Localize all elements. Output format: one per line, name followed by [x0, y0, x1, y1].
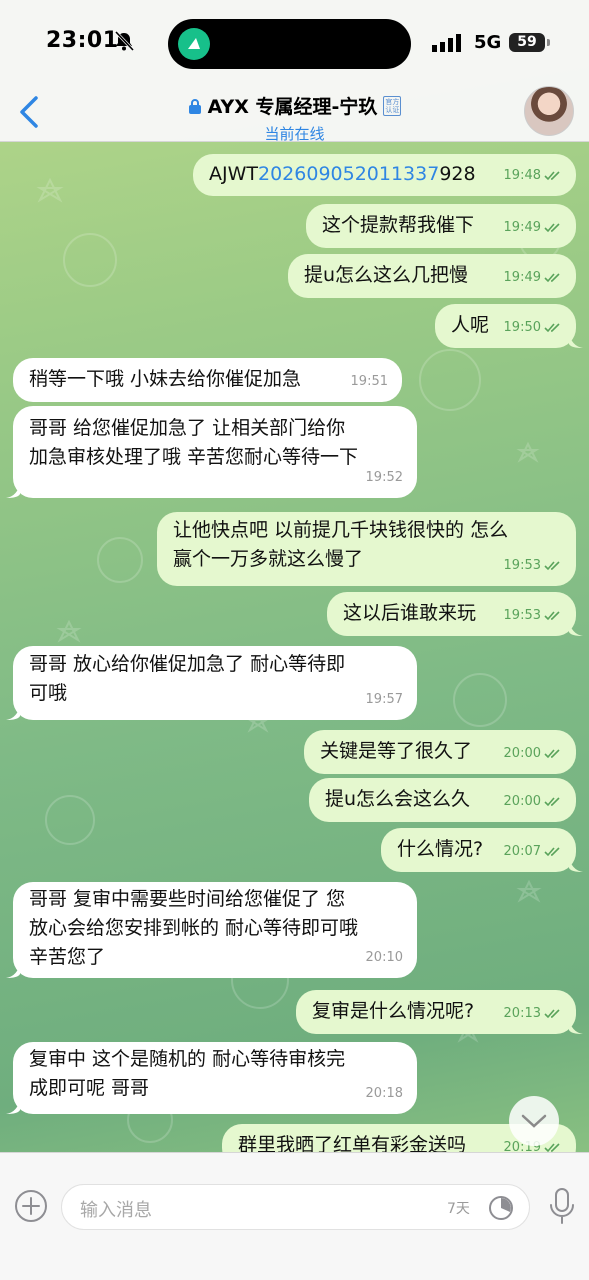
avatar[interactable] — [524, 86, 574, 136]
message-time: 20:00 — [503, 746, 541, 761]
message-bubble-outgoing[interactable]: AJWT202609052011337928 19:48 — [193, 154, 576, 196]
message-input[interactable]: 输入消息 7天 — [61, 1184, 530, 1230]
message-bubble-outgoing[interactable]: 复审是什么情况呢? 20:13 — [296, 990, 583, 1034]
bubble-tail — [6, 1098, 20, 1114]
message-time: 19:51 — [350, 374, 388, 389]
message-text: 提u怎么会这么久 — [325, 788, 471, 810]
message-bubble-outgoing[interactable]: 提u怎么会这么久 20:00 — [309, 778, 576, 822]
double-check-icon — [544, 1008, 560, 1018]
double-check-icon — [544, 560, 560, 570]
double-check-icon — [544, 846, 560, 856]
message-time: 19:49 — [503, 270, 541, 285]
double-check-icon — [544, 272, 560, 282]
online-status: 当前在线 — [264, 125, 325, 143]
message-list[interactable]: AJWT202609052011337928 19:48 这个提款帮我催下 19… — [0, 142, 589, 1168]
bell-slash-icon — [114, 30, 135, 52]
input-placeholder: 输入消息 — [80, 1200, 152, 1221]
lock-icon — [188, 98, 201, 114]
bubble-tail — [6, 482, 20, 498]
double-check-icon — [544, 748, 560, 758]
double-check-icon — [544, 170, 560, 180]
message-bubble-incoming[interactable]: 复审中 这个是随机的 耐心等待审核完 成即可呢 哥哥 20:18 — [6, 1042, 417, 1114]
message-bubble-incoming[interactable]: 稍等一下哦 小妹去给你催促加急 19:51 — [13, 358, 402, 402]
message-text: 哥哥 放心给你催促加急了 耐心等待即 可哦 — [29, 653, 346, 704]
bubble-tail — [6, 962, 20, 978]
message-text: 什么情况? — [397, 838, 484, 860]
message-bubble-incoming[interactable]: 哥哥 复审中需要些时间给您催促了 您 放心会给您安排到帐的 耐心等待即可哦 辛苦… — [6, 882, 417, 978]
chevron-down-icon — [521, 1114, 547, 1128]
message-bubble-incoming[interactable]: 哥哥 放心给你催促加急了 耐心等待即 可哦 19:57 — [6, 646, 417, 720]
message-text: 稍等一下哦 小妹去给你催促加急 — [29, 368, 302, 390]
message-bubble-outgoing[interactable]: 关键是等了很久了 20:00 — [304, 730, 576, 774]
message-time: 20:00 — [503, 794, 541, 809]
message-text: 这以后谁敢来玩 — [343, 602, 477, 624]
message-text: AJWT202609052011337928 — [209, 163, 476, 185]
bubble-tail — [6, 704, 20, 720]
message-text: 复审中 这个是随机的 耐心等待审核完 成即可呢 哥哥 — [29, 1048, 346, 1099]
message-time: 19:52 — [365, 470, 403, 485]
signal-bars-icon — [432, 34, 461, 52]
double-check-icon — [544, 796, 560, 806]
message-time: 19:49 — [503, 220, 541, 235]
double-check-icon — [544, 322, 560, 332]
plus-circle-icon[interactable] — [14, 1189, 48, 1223]
status-time: 23:01 — [46, 28, 119, 53]
message-time: 19:48 — [503, 168, 541, 183]
message-text: 复审是什么情况呢? — [312, 1000, 475, 1022]
message-bubble-outgoing[interactable]: 这个提款帮我催下 19:49 — [306, 204, 576, 248]
message-text: 哥哥 复审中需要些时间给您催促了 您 放心会给您安排到帐的 耐心等待即可哦 辛苦… — [29, 888, 359, 968]
message-bubble-outgoing[interactable]: 提u怎么这么几把慢 19:49 — [288, 254, 576, 298]
bubble-tail — [569, 332, 583, 348]
message-text: 提u怎么这么几把慢 — [304, 264, 469, 286]
order-number-link[interactable]: 202609052011337 — [258, 163, 439, 185]
official-badge: 官方认证 — [383, 95, 402, 116]
message-bubble-outgoing[interactable]: 人呢 19:50 — [435, 304, 583, 348]
auto-delete-label: 7天 — [447, 1201, 470, 1217]
message-bubble-outgoing[interactable]: 这以后谁敢来玩 19:53 — [327, 592, 583, 636]
message-text: 哥哥 给您催促加急了 让相关部门给你 加急审核处理了哦 辛苦您耐心等待一下 — [29, 417, 359, 468]
bubble-tail — [569, 1018, 583, 1034]
message-time: 19:53 — [503, 558, 541, 573]
double-check-icon — [544, 222, 560, 232]
message-time: 20:10 — [365, 950, 403, 965]
chat-title: AYX 专属经理-宁玖 — [207, 96, 378, 118]
message-bubble-incoming[interactable]: 哥哥 给您催促加急了 让相关部门给你 加急审核处理了哦 辛苦您耐心等待一下 19… — [6, 406, 417, 498]
composer-bar: 输入消息 7天 — [0, 1152, 589, 1280]
chat-header[interactable]: AYX 专属经理-宁玖 官方认证 当前在线 — [0, 92, 589, 144]
message-text: 关键是等了很久了 — [320, 740, 473, 762]
timer-icon[interactable] — [488, 1195, 514, 1221]
message-time: 19:50 — [503, 320, 541, 335]
scroll-to-bottom-button[interactable] — [509, 1096, 559, 1146]
battery-level: 59 — [509, 33, 545, 52]
bubble-tail — [569, 856, 583, 872]
network-type: 5G — [474, 32, 502, 53]
microphone-icon[interactable] — [548, 1187, 576, 1225]
double-check-icon — [544, 610, 560, 620]
message-bubble-outgoing[interactable]: 什么情况? 20:07 — [381, 828, 583, 872]
message-bubble-outgoing[interactable]: 让他快点吧 以前提几千块钱很快的 怎么 赢个一万多就这么慢了 19:53 — [157, 512, 576, 586]
top-bar: 23:01 5G 59 AYX 专属经理-宁玖 官方认证 当前在线 — [0, 0, 589, 144]
message-time: 20:07 — [503, 844, 541, 859]
message-time: 19:57 — [365, 692, 403, 707]
bubble-tail — [569, 620, 583, 636]
message-time: 20:18 — [365, 1086, 403, 1101]
battery-nub — [547, 39, 550, 46]
message-text: 让他快点吧 以前提几千块钱很快的 怎么 赢个一万多就这么慢了 — [173, 519, 509, 570]
message-time: 20:13 — [503, 1006, 541, 1021]
double-check-icon — [544, 1142, 560, 1152]
dynamic-island — [168, 19, 411, 69]
message-text: 这个提款帮我催下 — [322, 214, 475, 236]
message-time: 19:53 — [503, 608, 541, 623]
app-activity-icon — [178, 28, 210, 60]
message-text: 人呢 — [451, 314, 490, 336]
